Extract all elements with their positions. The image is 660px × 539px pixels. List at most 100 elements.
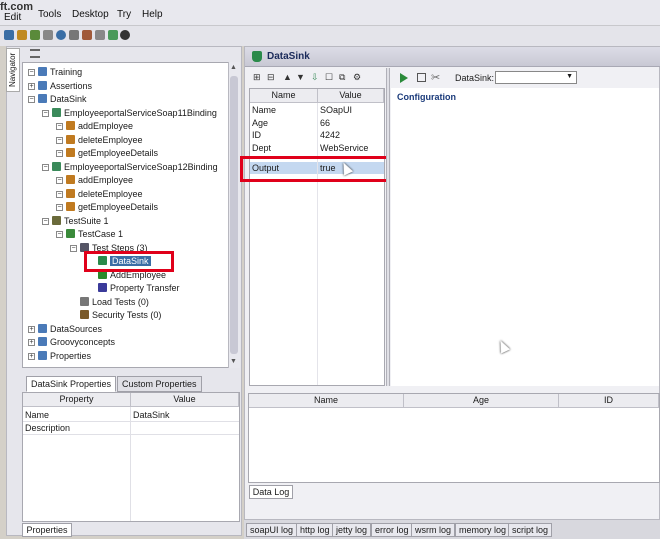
tab-script-log[interactable]: script log bbox=[508, 523, 553, 537]
expand-toggle-icon[interactable]: − bbox=[42, 163, 49, 171]
search-icon[interactable] bbox=[43, 30, 53, 40]
copy-icon[interactable]: ⧉ bbox=[339, 72, 345, 83]
tree-item[interactable]: Property Transfer bbox=[98, 282, 180, 295]
stop-icon[interactable] bbox=[417, 73, 426, 82]
scroll-up-icon[interactable]: ▲ bbox=[230, 64, 237, 71]
column-header-id[interactable]: ID bbox=[559, 394, 659, 408]
options-icon[interactable]: ⚙ bbox=[353, 72, 361, 83]
expand-toggle-icon[interactable]: − bbox=[56, 136, 63, 144]
tab-error-log[interactable]: error log bbox=[371, 523, 413, 537]
tree-item[interactable]: + DataSources bbox=[28, 323, 102, 336]
import-icon[interactable] bbox=[17, 30, 27, 40]
tab-data-log[interactable]: Data Log bbox=[249, 485, 293, 499]
grid-name-cell[interactable]: Age bbox=[250, 117, 316, 129]
import-icon[interactable]: ⇩ bbox=[311, 72, 319, 83]
column-header-name[interactable]: Name bbox=[250, 89, 318, 103]
move-up-icon[interactable]: ▲ bbox=[283, 72, 292, 82]
grid-name-cell[interactable]: ID bbox=[250, 129, 316, 141]
tools-icon[interactable]: ✂ bbox=[431, 71, 440, 84]
tree-item[interactable]: − deleteEmployee bbox=[56, 134, 143, 147]
expand-toggle-icon[interactable]: − bbox=[56, 123, 63, 130]
property-value[interactable] bbox=[131, 422, 237, 434]
column-header-property[interactable]: Property bbox=[23, 393, 131, 407]
tree-item-label: getEmployeeDetails bbox=[78, 202, 159, 212]
cut-icon[interactable] bbox=[95, 30, 105, 40]
grid-value-cell[interactable]: 4242 bbox=[318, 129, 384, 141]
expand-toggle-icon[interactable]: + bbox=[28, 352, 35, 360]
list-view-icon[interactable] bbox=[30, 49, 40, 58]
column-header-name[interactable]: Name bbox=[249, 394, 404, 408]
menu-try[interactable]: Try bbox=[117, 9, 131, 20]
tree-item[interactable]: − deleteEmployee bbox=[56, 188, 143, 201]
tree-item[interactable]: − getEmployeeDetails bbox=[56, 201, 159, 214]
split-divider[interactable] bbox=[386, 68, 390, 386]
grid-value-cell[interactable]: WebService bbox=[318, 142, 384, 154]
expand-toggle-icon[interactable]: − bbox=[56, 231, 63, 238]
remove-property-icon[interactable]: ⊟ bbox=[267, 72, 275, 83]
add-property-icon[interactable]: ⊞ bbox=[253, 72, 261, 83]
tree-item[interactable]: + Properties bbox=[28, 350, 91, 363]
expand-toggle-icon[interactable]: − bbox=[28, 69, 35, 76]
tab-http-log[interactable]: http log bbox=[296, 523, 334, 537]
expand-toggle-icon[interactable]: + bbox=[28, 82, 35, 90]
expand-toggle-icon[interactable]: − bbox=[56, 150, 63, 157]
tree-item[interactable]: − Training bbox=[28, 66, 82, 79]
help-icon[interactable] bbox=[56, 30, 66, 40]
tree-item[interactable]: + Groovyconcepts bbox=[28, 336, 115, 349]
tree-item[interactable]: − TestCase 1 bbox=[56, 228, 123, 241]
column-header-value[interactable]: Value bbox=[318, 89, 384, 103]
expand-toggle-icon[interactable]: − bbox=[56, 190, 63, 198]
run-icon[interactable] bbox=[400, 73, 408, 83]
column-header-value[interactable]: Value bbox=[131, 393, 239, 407]
column-header-age[interactable]: Age bbox=[404, 394, 559, 408]
menu-help[interactable]: Help bbox=[142, 9, 163, 20]
property-value[interactable]: DataSink bbox=[131, 409, 237, 421]
tab-custom-properties[interactable]: Custom Properties bbox=[117, 376, 202, 392]
tab-wsrm-log[interactable]: wsrm log bbox=[411, 523, 456, 537]
expand-toggle-icon[interactable]: − bbox=[42, 109, 49, 117]
tree-item[interactable]: − DataSink bbox=[28, 93, 87, 106]
tab-soapui-log[interactable]: soapUI log bbox=[246, 523, 298, 537]
tree-scrollbar-thumb[interactable] bbox=[230, 76, 238, 354]
tab-properties[interactable]: Properties bbox=[22, 523, 72, 537]
menu-tools[interactable]: Tools bbox=[38, 9, 61, 20]
monitor-icon[interactable] bbox=[108, 30, 118, 40]
expand-toggle-icon[interactable]: − bbox=[28, 96, 35, 103]
tree-item[interactable]: Security Tests (0) bbox=[80, 309, 161, 322]
menu-edit[interactable]: Edit bbox=[4, 12, 21, 23]
grid-value-cell[interactable]: SOapUI bbox=[318, 104, 384, 116]
datasink-type-select[interactable]: ▼ bbox=[495, 71, 577, 84]
tab-jetty-log[interactable]: jetty log bbox=[332, 523, 372, 537]
expand-toggle-icon[interactable]: − bbox=[42, 217, 49, 225]
clear-icon[interactable]: ☐ bbox=[325, 72, 333, 83]
tab-datasink-properties[interactable]: DataSink Properties bbox=[26, 376, 117, 392]
tree-item[interactable]: − addEmployee bbox=[56, 174, 133, 187]
expand-toggle-icon[interactable]: + bbox=[28, 325, 35, 333]
move-down-icon[interactable]: ▼ bbox=[296, 72, 305, 82]
scroll-down-icon[interactable]: ▼ bbox=[230, 358, 237, 365]
loadtest-icon bbox=[80, 296, 89, 306]
tree-item[interactable]: − addEmployee bbox=[56, 120, 133, 133]
power-icon[interactable] bbox=[120, 30, 130, 40]
tree-item[interactable]: + Assertions bbox=[28, 80, 92, 93]
tree-item[interactable]: − getEmployeeDetails bbox=[56, 147, 158, 160]
expand-toggle-icon[interactable]: − bbox=[70, 244, 77, 252]
property-name: Name bbox=[25, 410, 50, 420]
navigator-tab[interactable]: Navigator bbox=[6, 48, 20, 92]
tab-memory-log[interactable]: memory log bbox=[455, 523, 511, 537]
grid-name-cell[interactable]: Name bbox=[250, 104, 316, 116]
save-icon[interactable] bbox=[30, 30, 40, 40]
expand-toggle-icon[interactable]: + bbox=[28, 339, 35, 346]
new-project-icon[interactable] bbox=[4, 30, 14, 40]
tree-item[interactable]: − EmployeeportalServiceSoap11Binding bbox=[42, 107, 217, 120]
settings-icon[interactable] bbox=[69, 30, 79, 40]
expand-toggle-icon[interactable]: − bbox=[56, 177, 63, 184]
expand-toggle-icon[interactable]: − bbox=[56, 204, 63, 211]
grid-name-cell[interactable]: Dept bbox=[250, 142, 316, 154]
tree-item[interactable]: Load Tests (0) bbox=[80, 296, 149, 309]
menu-desktop[interactable]: Desktop bbox=[72, 9, 109, 20]
tree-item[interactable]: − TestSuite 1 bbox=[42, 215, 109, 228]
tools-icon[interactable] bbox=[82, 30, 92, 40]
grid-value-cell[interactable]: 66 bbox=[318, 117, 384, 129]
tree-item[interactable]: − EmployeeportalServiceSoap12Binding bbox=[42, 161, 218, 174]
